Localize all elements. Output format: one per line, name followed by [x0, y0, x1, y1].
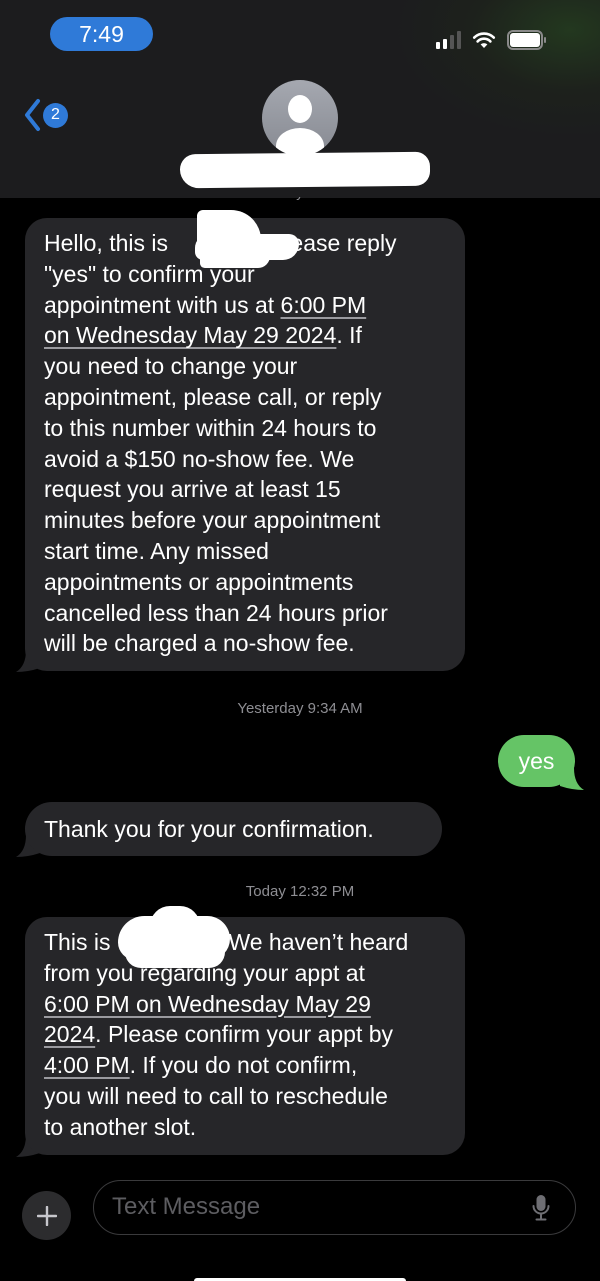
status-icons [436, 29, 547, 51]
appointment-datetime-link[interactable]: 6:00 PM on Wednesday May 29 [44, 991, 371, 1017]
timestamp: Today 12:32 PM [245, 883, 355, 900]
conversation-header: 7:49 2 [0, 0, 600, 198]
message-bubble-incoming[interactable]: This is We haven’t heard from you regardi… [25, 917, 465, 1155]
contact-name-redacted[interactable] [179, 151, 431, 189]
text-message-field[interactable] [93, 1180, 576, 1235]
back-button[interactable]: 2 [22, 97, 68, 133]
status-time-text: 7:49 [79, 20, 124, 47]
battery-icon [507, 30, 547, 50]
plus-icon [36, 1205, 57, 1226]
message-composer [0, 1168, 600, 1281]
message-bubble-incoming[interactable]: Hello, this is Please reply "yes" to conf… [25, 218, 465, 671]
wifi-icon [472, 32, 496, 48]
confirm-deadline-link[interactable]: 4:00 PM [44, 1052, 130, 1078]
person-silhouette-icon [288, 95, 312, 123]
cellular-signal-icon [436, 31, 461, 49]
message-bubble-outgoing[interactable]: yes [498, 735, 575, 787]
appointment-date-link[interactable]: on Wednesday May 29 2024 [44, 322, 336, 348]
unread-count-badge: 2 [43, 102, 68, 128]
timestamp: Yesterday 9:34 AM [237, 700, 363, 717]
contact-avatar[interactable] [262, 80, 338, 156]
chevron-left-icon [25, 99, 40, 131]
microphone-icon[interactable] [531, 1194, 551, 1222]
appointment-year-link[interactable]: 2024 [44, 1021, 95, 1047]
message-thread[interactable]: Yesterday 7:03 AM Hello, this isPlease r… [0, 197, 600, 1168]
message-bubble-incoming[interactable]: Thank you for your confirmation. [25, 802, 442, 856]
text-message-input[interactable] [112, 1181, 512, 1233]
add-attachment-button[interactable] [22, 1191, 71, 1240]
status-time[interactable]: 7:49 [50, 17, 153, 51]
appointment-time-link[interactable]: 6:00 PM [281, 292, 367, 318]
